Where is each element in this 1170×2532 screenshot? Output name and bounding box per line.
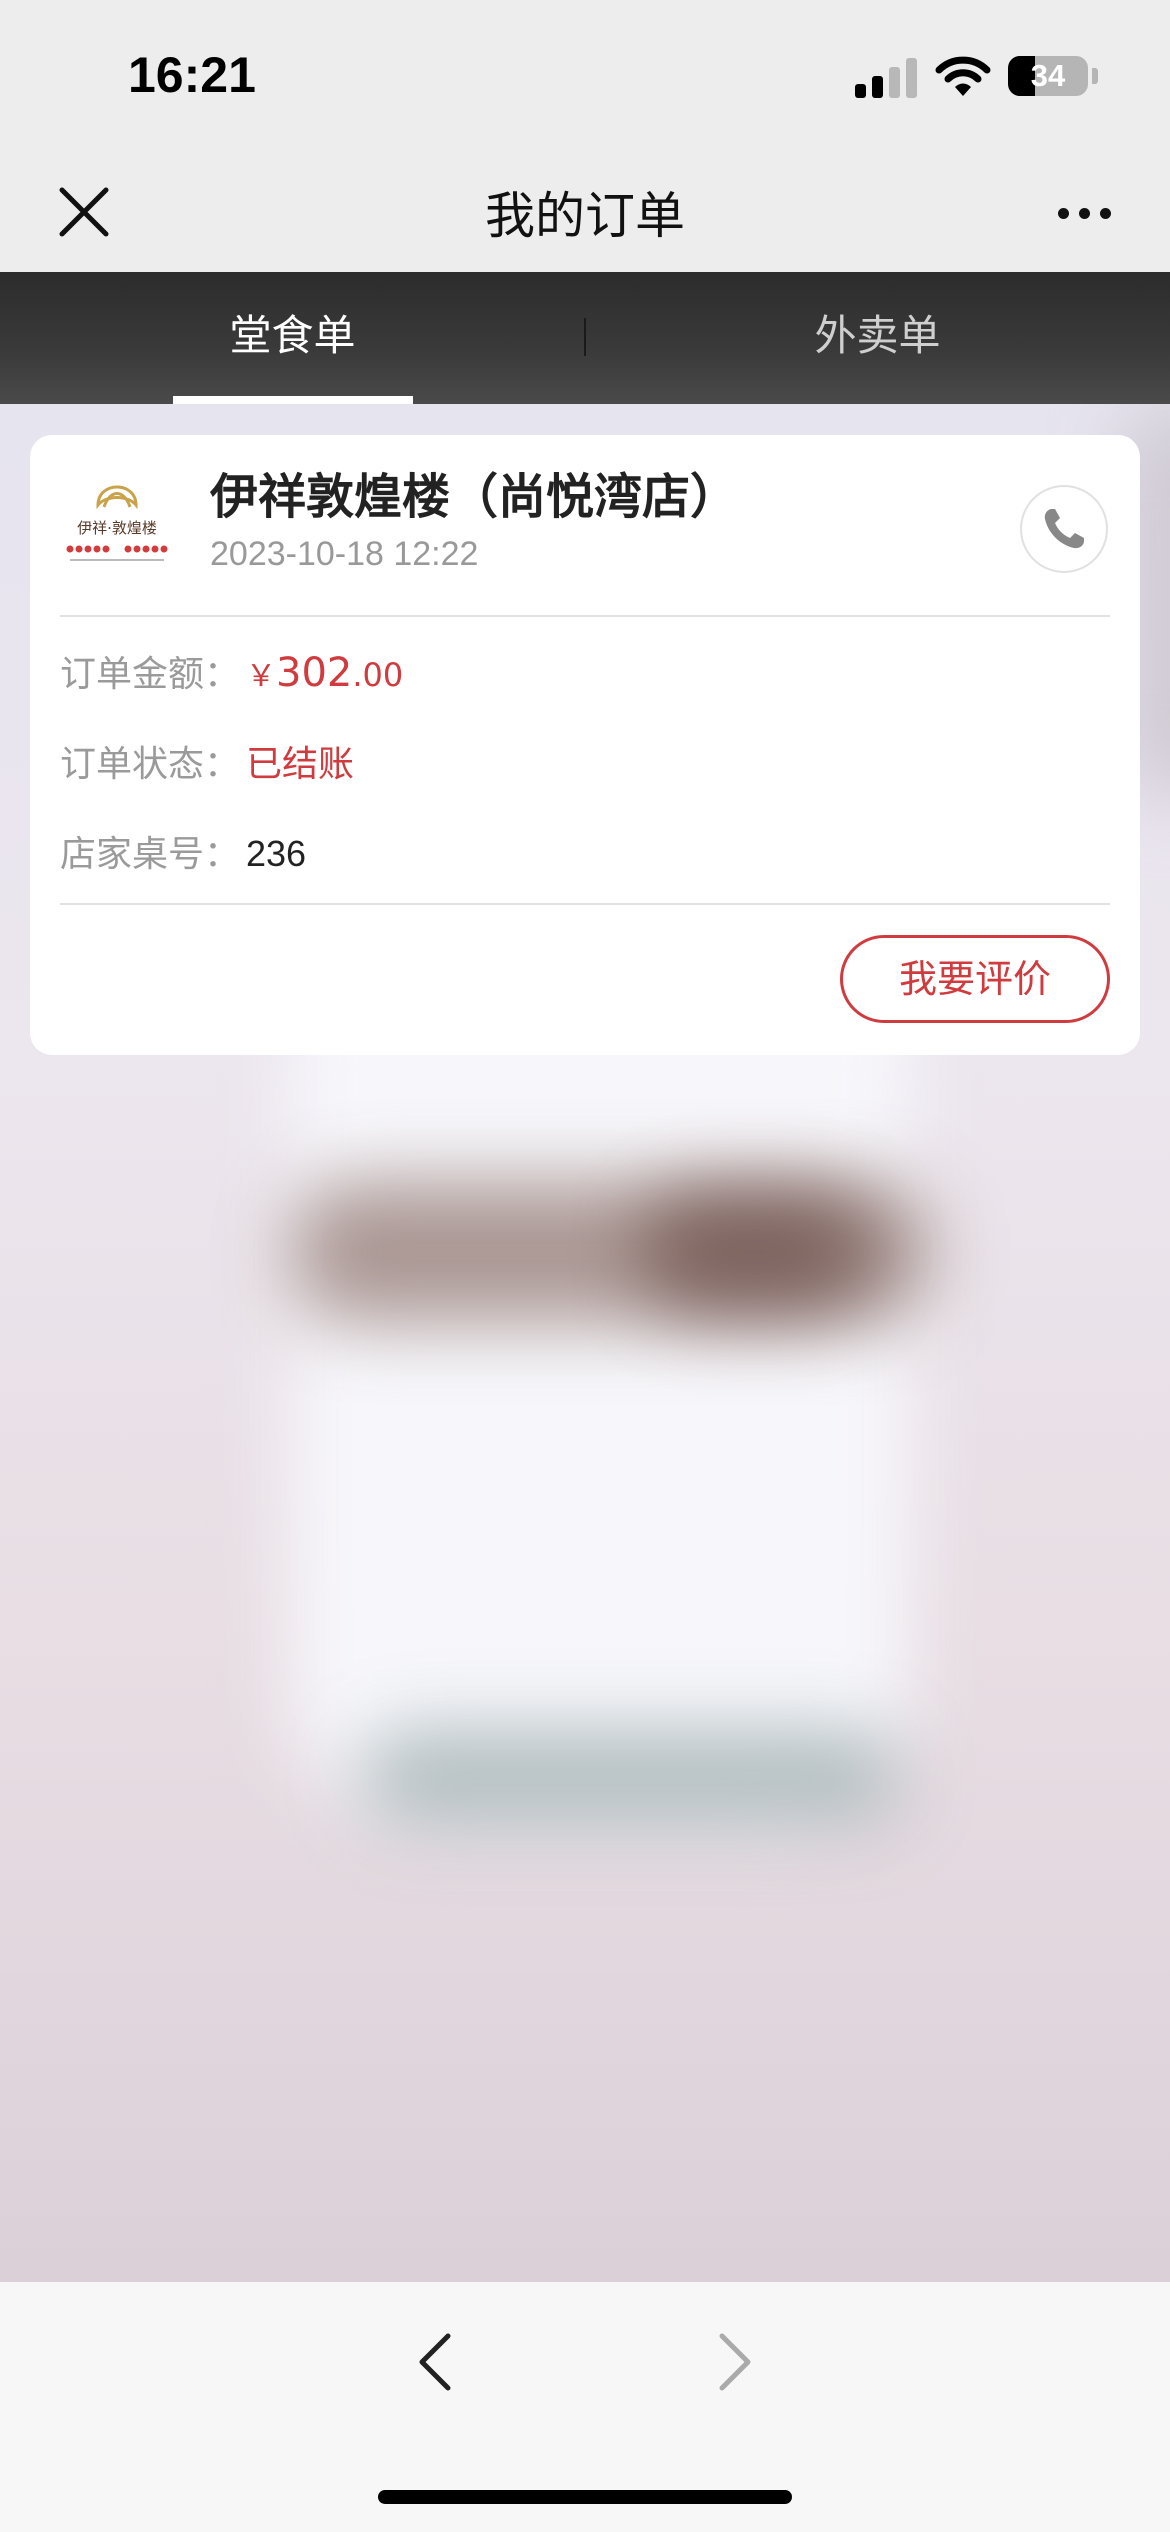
bottom-navigation-bar [0,2282,1170,2532]
order-amount-row: 订单金额： ￥302.00 [60,645,403,697]
more-options-icon[interactable] [1050,188,1120,238]
battery-nub [1092,68,1098,84]
table-number-row: 店家桌号： 236 [60,825,306,877]
table-label: 店家桌号： [60,834,241,875]
battery-percent: 34 [1030,58,1066,93]
order-type-tabs: 堂食单 外卖单 [0,272,1170,404]
table-number-value: 236 [246,833,307,874]
page-title: 我的订单 [485,187,685,245]
order-time: 2023-10-18 12:22 [210,535,479,573]
battery-icon: 34 [1008,56,1088,96]
cellular-signal-icon [855,58,917,98]
navigation-bar: 我的订单 [0,150,1170,272]
card-divider-bottom [60,903,1110,905]
active-tab-indicator [173,396,413,404]
order-card[interactable]: 伊祥·敦煌楼 伊祥敦煌楼（尚悦湾店） 2023-10-18 12:22 订单金额… [30,435,1140,1055]
write-review-button[interactable]: 我要评价 [840,935,1110,1023]
restaurant-logo: 伊祥·敦煌楼 [66,485,168,561]
home-indicator [378,2490,792,2504]
tab-dine-in[interactable]: 堂食单 [0,272,585,404]
status-time: 16:21 [128,47,256,103]
chevron-left-icon[interactable] [400,2322,470,2402]
chevron-right-icon[interactable] [700,2322,770,2402]
phone-icon [1044,509,1084,549]
amount-label: 订单金额： [60,654,241,695]
status-bar: 16:21 34 [0,0,1170,150]
order-amount: ￥302.00 [246,650,404,696]
status-label: 订单状态： [60,744,241,785]
card-divider-top [60,615,1110,617]
wifi-icon [935,56,991,96]
tab-takeout[interactable]: 外卖单 [585,272,1170,404]
store-name: 伊祥敦煌楼（尚悦湾店） [210,469,739,525]
order-status-value: 已结账 [246,744,355,785]
order-status-row: 订单状态： 已结账 [60,735,354,787]
call-store-button[interactable] [1020,485,1108,573]
logo-text: 伊祥·敦煌楼 [77,519,157,537]
